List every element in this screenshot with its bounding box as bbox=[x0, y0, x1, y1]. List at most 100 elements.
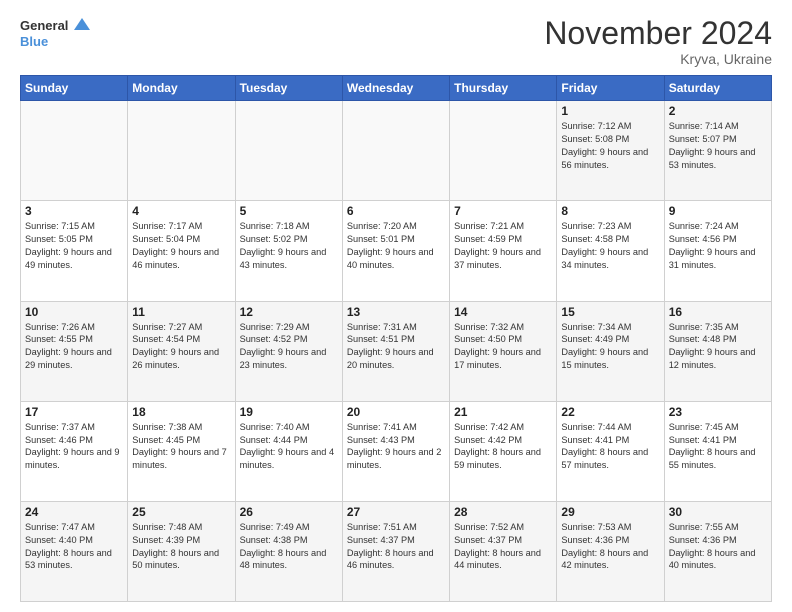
day-info: Sunrise: 7:48 AM Sunset: 4:39 PM Dayligh… bbox=[132, 521, 230, 573]
calendar-day-header: Sunday bbox=[21, 76, 128, 101]
day-number: 27 bbox=[347, 505, 445, 519]
day-number: 29 bbox=[561, 505, 659, 519]
calendar-week-row: 3 Sunrise: 7:15 AM Sunset: 5:05 PM Daylig… bbox=[21, 201, 772, 301]
calendar-week-row: 24 Sunrise: 7:47 AM Sunset: 4:40 PM Dayli… bbox=[21, 501, 772, 601]
calendar-cell: 8Sunrise: 7:23 AM Sunset: 4:58 PM Daylig… bbox=[557, 201, 664, 301]
calendar-cell: 10Sunrise: 7:26 AM Sunset: 4:55 PM Dayli… bbox=[21, 301, 128, 401]
day-info: Sunrise: 7:26 AM Sunset: 4:55 PM Dayligh… bbox=[25, 321, 123, 373]
calendar-cell: 25 Sunrise: 7:48 AM Sunset: 4:39 PM Dayli… bbox=[128, 501, 235, 601]
day-number: 9 bbox=[669, 204, 767, 218]
svg-text:General: General bbox=[20, 18, 68, 33]
day-info: Sunrise: 7:35 AM Sunset: 4:48 PM Dayligh… bbox=[669, 321, 767, 373]
svg-text:Blue: Blue bbox=[20, 34, 48, 49]
day-number: 11 bbox=[132, 305, 230, 319]
day-info: Sunrise: 7:38 AM Sunset: 4:45 PM Dayligh… bbox=[132, 421, 230, 473]
calendar-cell: 24 Sunrise: 7:47 AM Sunset: 4:40 PM Dayli… bbox=[21, 501, 128, 601]
day-info: Sunrise: 7:20 AM Sunset: 5:01 PM Dayligh… bbox=[347, 220, 445, 272]
header: General Blue November 2024 Kryva, Ukrain… bbox=[20, 16, 772, 67]
calendar-table: SundayMondayTuesdayWednesdayThursdayFrid… bbox=[20, 75, 772, 602]
day-number: 18 bbox=[132, 405, 230, 419]
day-number: 1 bbox=[561, 104, 659, 118]
calendar-cell: 1 Sunrise: 7:12 AM Sunset: 5:08 PM Daylig… bbox=[557, 101, 664, 201]
day-info: Sunrise: 7:51 AM Sunset: 4:37 PM Dayligh… bbox=[347, 521, 445, 573]
day-number: 15 bbox=[561, 305, 659, 319]
day-info: Sunrise: 7:15 AM Sunset: 5:05 PM Dayligh… bbox=[25, 220, 123, 272]
day-number: 17 bbox=[25, 405, 123, 419]
calendar-cell: 19Sunrise: 7:40 AM Sunset: 4:44 PM Dayli… bbox=[235, 401, 342, 501]
calendar-week-row: 10Sunrise: 7:26 AM Sunset: 4:55 PM Dayli… bbox=[21, 301, 772, 401]
day-info: Sunrise: 7:34 AM Sunset: 4:49 PM Dayligh… bbox=[561, 321, 659, 373]
day-info: Sunrise: 7:55 AM Sunset: 4:36 PM Dayligh… bbox=[669, 521, 767, 573]
day-info: Sunrise: 7:21 AM Sunset: 4:59 PM Dayligh… bbox=[454, 220, 552, 272]
calendar-header-row: SundayMondayTuesdayWednesdayThursdayFrid… bbox=[21, 76, 772, 101]
day-number: 8 bbox=[561, 204, 659, 218]
main-title: November 2024 bbox=[544, 16, 772, 51]
calendar-cell bbox=[21, 101, 128, 201]
calendar-cell: 11 Sunrise: 7:27 AM Sunset: 4:54 PM Dayli… bbox=[128, 301, 235, 401]
day-info: Sunrise: 7:18 AM Sunset: 5:02 PM Dayligh… bbox=[240, 220, 338, 272]
day-number: 13 bbox=[347, 305, 445, 319]
page: General Blue November 2024 Kryva, Ukrain… bbox=[0, 0, 792, 612]
calendar-cell: 4 Sunrise: 7:17 AM Sunset: 5:04 PM Daylig… bbox=[128, 201, 235, 301]
day-number: 28 bbox=[454, 505, 552, 519]
calendar-cell: 9 Sunrise: 7:24 AM Sunset: 4:56 PM Daylig… bbox=[664, 201, 771, 301]
calendar-week-row: 17 Sunrise: 7:37 AM Sunset: 4:46 PM Dayli… bbox=[21, 401, 772, 501]
calendar-cell: 5Sunrise: 7:18 AM Sunset: 5:02 PM Daylig… bbox=[235, 201, 342, 301]
day-info: Sunrise: 7:42 AM Sunset: 4:42 PM Dayligh… bbox=[454, 421, 552, 473]
day-number: 20 bbox=[347, 405, 445, 419]
logo: General Blue bbox=[20, 16, 90, 52]
day-info: Sunrise: 7:31 AM Sunset: 4:51 PM Dayligh… bbox=[347, 321, 445, 373]
day-info: Sunrise: 7:14 AM Sunset: 5:07 PM Dayligh… bbox=[669, 120, 767, 172]
calendar-cell: 7 Sunrise: 7:21 AM Sunset: 4:59 PM Daylig… bbox=[450, 201, 557, 301]
day-number: 12 bbox=[240, 305, 338, 319]
day-info: Sunrise: 7:12 AM Sunset: 5:08 PM Dayligh… bbox=[561, 120, 659, 172]
day-info: Sunrise: 7:53 AM Sunset: 4:36 PM Dayligh… bbox=[561, 521, 659, 573]
calendar-cell: 21 Sunrise: 7:42 AM Sunset: 4:42 PM Dayli… bbox=[450, 401, 557, 501]
calendar-cell: 16Sunrise: 7:35 AM Sunset: 4:48 PM Dayli… bbox=[664, 301, 771, 401]
day-info: Sunrise: 7:32 AM Sunset: 4:50 PM Dayligh… bbox=[454, 321, 552, 373]
day-number: 3 bbox=[25, 204, 123, 218]
day-info: Sunrise: 7:17 AM Sunset: 5:04 PM Dayligh… bbox=[132, 220, 230, 272]
day-number: 21 bbox=[454, 405, 552, 419]
calendar-cell: 28Sunrise: 7:52 AM Sunset: 4:37 PM Dayli… bbox=[450, 501, 557, 601]
day-number: 6 bbox=[347, 204, 445, 218]
calendar-cell bbox=[235, 101, 342, 201]
day-number: 7 bbox=[454, 204, 552, 218]
day-info: Sunrise: 7:29 AM Sunset: 4:52 PM Dayligh… bbox=[240, 321, 338, 373]
day-info: Sunrise: 7:27 AM Sunset: 4:54 PM Dayligh… bbox=[132, 321, 230, 373]
calendar-cell bbox=[128, 101, 235, 201]
calendar-cell: 29 Sunrise: 7:53 AM Sunset: 4:36 PM Dayli… bbox=[557, 501, 664, 601]
calendar-week-row: 1 Sunrise: 7:12 AM Sunset: 5:08 PM Daylig… bbox=[21, 101, 772, 201]
day-info: Sunrise: 7:47 AM Sunset: 4:40 PM Dayligh… bbox=[25, 521, 123, 573]
day-number: 4 bbox=[132, 204, 230, 218]
day-number: 24 bbox=[25, 505, 123, 519]
calendar-cell bbox=[450, 101, 557, 201]
day-number: 23 bbox=[669, 405, 767, 419]
day-info: Sunrise: 7:44 AM Sunset: 4:41 PM Dayligh… bbox=[561, 421, 659, 473]
day-info: Sunrise: 7:41 AM Sunset: 4:43 PM Dayligh… bbox=[347, 421, 445, 473]
calendar-day-header: Monday bbox=[128, 76, 235, 101]
calendar-cell: 17 Sunrise: 7:37 AM Sunset: 4:46 PM Dayli… bbox=[21, 401, 128, 501]
calendar-cell: 15 Sunrise: 7:34 AM Sunset: 4:49 PM Dayli… bbox=[557, 301, 664, 401]
calendar-cell: 2 Sunrise: 7:14 AM Sunset: 5:07 PM Daylig… bbox=[664, 101, 771, 201]
calendar-cell: 13 Sunrise: 7:31 AM Sunset: 4:51 PM Dayli… bbox=[342, 301, 449, 401]
title-block: November 2024 Kryva, Ukraine bbox=[544, 16, 772, 67]
day-info: Sunrise: 7:24 AM Sunset: 4:56 PM Dayligh… bbox=[669, 220, 767, 272]
calendar-day-header: Tuesday bbox=[235, 76, 342, 101]
calendar-cell: 14Sunrise: 7:32 AM Sunset: 4:50 PM Dayli… bbox=[450, 301, 557, 401]
calendar-cell bbox=[342, 101, 449, 201]
day-info: Sunrise: 7:49 AM Sunset: 4:38 PM Dayligh… bbox=[240, 521, 338, 573]
day-number: 22 bbox=[561, 405, 659, 419]
day-info: Sunrise: 7:37 AM Sunset: 4:46 PM Dayligh… bbox=[25, 421, 123, 473]
calendar-day-header: Friday bbox=[557, 76, 664, 101]
subtitle: Kryva, Ukraine bbox=[544, 51, 772, 67]
calendar-cell: 26Sunrise: 7:49 AM Sunset: 4:38 PM Dayli… bbox=[235, 501, 342, 601]
day-number: 25 bbox=[132, 505, 230, 519]
calendar-cell: 6 Sunrise: 7:20 AM Sunset: 5:01 PM Daylig… bbox=[342, 201, 449, 301]
day-number: 2 bbox=[669, 104, 767, 118]
calendar-day-header: Saturday bbox=[664, 76, 771, 101]
calendar-cell: 3 Sunrise: 7:15 AM Sunset: 5:05 PM Daylig… bbox=[21, 201, 128, 301]
calendar-cell: 12 Sunrise: 7:29 AM Sunset: 4:52 PM Dayli… bbox=[235, 301, 342, 401]
logo-icon: General Blue bbox=[20, 16, 90, 52]
calendar-day-header: Wednesday bbox=[342, 76, 449, 101]
